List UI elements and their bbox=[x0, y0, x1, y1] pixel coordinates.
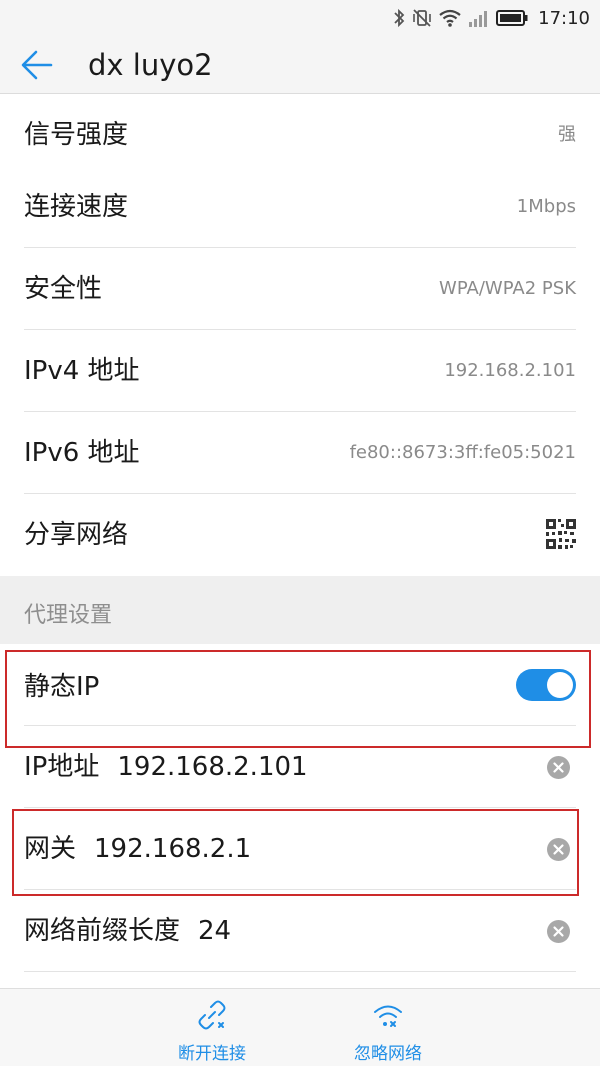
field-label: IP地址 bbox=[24, 752, 100, 782]
row-label: IPv6 地址 bbox=[24, 438, 140, 468]
row-security: 安全性 WPA/WPA2 PSK bbox=[0, 248, 600, 330]
wifi-forget-icon bbox=[374, 1005, 402, 1027]
row-label: 安全性 bbox=[24, 274, 103, 304]
row-gateway[interactable]: 网关 192.168.2.1 bbox=[0, 808, 600, 890]
row-share-network[interactable]: 分享网络 bbox=[0, 494, 600, 576]
divider bbox=[24, 971, 576, 972]
status-icons: 17:10 bbox=[392, 0, 590, 36]
bluetooth-icon bbox=[394, 8, 405, 28]
row-label: IP地址 192.168.2.101 bbox=[24, 726, 308, 808]
broken-link-icon bbox=[198, 1000, 226, 1030]
row-label: 信号强度 bbox=[24, 120, 129, 150]
row-label: 网络前缀长度 24 bbox=[24, 890, 231, 972]
close-icon bbox=[553, 762, 564, 773]
vibrate-off-icon bbox=[413, 9, 431, 27]
forget-network-label: 忽略网络 bbox=[354, 1044, 422, 1064]
battery-icon bbox=[496, 10, 528, 26]
section-label: 代理设置 bbox=[24, 603, 113, 628]
row-link-speed: 连接速度 1Mbps bbox=[0, 166, 600, 248]
row-value: WPA/WPA2 PSK bbox=[439, 278, 576, 299]
toggle-knob bbox=[547, 672, 573, 698]
close-icon bbox=[553, 926, 564, 937]
gateway-input[interactable]: 192.168.2.1 bbox=[94, 808, 251, 890]
static-ip-toggle[interactable] bbox=[516, 669, 576, 701]
row-static-ip[interactable]: 静态IP bbox=[0, 644, 600, 726]
status-bar: 17:10 bbox=[0, 0, 600, 36]
ip-address-input[interactable]: 192.168.2.101 bbox=[117, 726, 307, 808]
row-value: fe80::8673:3ff:fe05:5021 bbox=[349, 442, 576, 463]
row-label: 静态IP bbox=[24, 672, 100, 702]
bottom-action-bar: 断开连接 忽略网络 bbox=[0, 988, 600, 1066]
forget-network-button[interactable]: 忽略网络 bbox=[308, 989, 468, 1066]
row-label: 网关 192.168.2.1 bbox=[24, 808, 251, 890]
app-header: dx luyo2 bbox=[0, 36, 600, 94]
prefix-length-input[interactable]: 24 bbox=[198, 890, 231, 972]
qr-code-icon[interactable] bbox=[546, 519, 576, 549]
page-title: dx luyo2 bbox=[88, 48, 213, 82]
wifi-icon bbox=[439, 9, 461, 27]
status-time: 17:10 bbox=[538, 7, 590, 29]
row-ip-address[interactable]: IP地址 192.168.2.101 bbox=[0, 726, 600, 808]
back-arrow-icon bbox=[21, 50, 53, 80]
row-value: 强 bbox=[558, 124, 576, 145]
row-ipv6: IPv6 地址 fe80::8673:3ff:fe05:5021 bbox=[0, 412, 600, 494]
disconnect-label: 断开连接 bbox=[178, 1044, 246, 1064]
row-label: IPv4 地址 bbox=[24, 356, 140, 386]
row-signal-strength: 信号强度 强 bbox=[0, 94, 600, 176]
row-value: 192.168.2.101 bbox=[444, 360, 576, 381]
section-proxy-settings: 代理设置 bbox=[0, 576, 600, 644]
disconnect-button[interactable]: 断开连接 bbox=[132, 989, 292, 1066]
back-button[interactable] bbox=[18, 48, 58, 82]
signal-icon bbox=[469, 11, 488, 27]
row-label: 分享网络 bbox=[24, 520, 129, 550]
clear-ip-address-button[interactable] bbox=[547, 756, 570, 779]
field-label: 网关 bbox=[24, 834, 77, 864]
row-prefix-length[interactable]: 网络前缀长度 24 bbox=[0, 890, 600, 972]
row-value: 1Mbps bbox=[516, 196, 576, 217]
row-ipv4: IPv4 地址 192.168.2.101 bbox=[0, 330, 600, 412]
clear-prefix-length-button[interactable] bbox=[547, 920, 570, 943]
clear-gateway-button[interactable] bbox=[547, 838, 570, 861]
close-icon bbox=[553, 844, 564, 855]
row-label: 连接速度 bbox=[24, 192, 129, 222]
field-label: 网络前缀长度 bbox=[24, 916, 181, 946]
